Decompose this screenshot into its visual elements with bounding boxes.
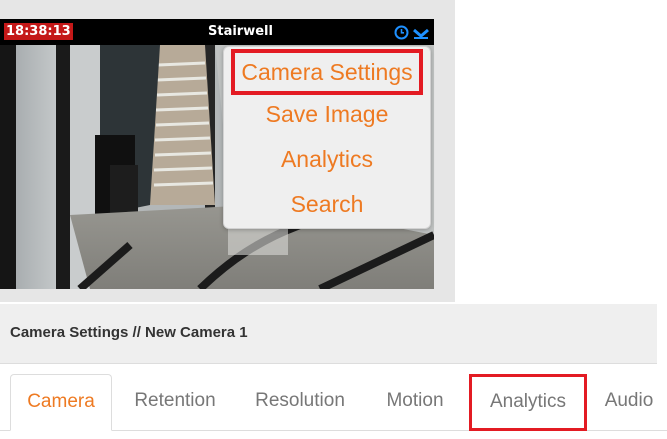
camera-dropdown-menu: Camera Settings Save Image Analytics Sea… <box>223 46 431 229</box>
menu-item-save-image[interactable]: Save Image <box>224 94 430 134</box>
menu-item-camera-settings[interactable]: Camera Settings <box>224 49 430 95</box>
menu-item-label: Search <box>290 191 364 217</box>
camera-header-bar: 18:38:13 Stairwell <box>0 19 434 45</box>
menu-item-analytics[interactable]: Analytics <box>224 139 430 179</box>
clock-icon[interactable] <box>394 25 409 40</box>
camera-name: Stairwell <box>208 24 273 39</box>
chevron-down-icon[interactable] <box>412 24 430 40</box>
tab-audio[interactable]: Audio <box>597 374 661 431</box>
settings-header: Camera Settings // New Camera 1 <box>0 304 657 364</box>
menu-item-label: Analytics <box>280 146 374 172</box>
menu-item-label: Save Image <box>265 101 389 127</box>
menu-item-label: Camera Settings <box>231 49 423 95</box>
camera-timestamp: 18:38:13 <box>4 23 73 40</box>
camera-tile: 18:38:13 Stairwell Camera Settings Save … <box>0 0 455 302</box>
tab-retention[interactable]: Retention <box>122 374 228 431</box>
menu-item-search[interactable]: Search <box>224 184 430 224</box>
tab-resolution[interactable]: Resolution <box>243 374 357 431</box>
page-title: Camera Settings // New Camera 1 <box>10 324 248 341</box>
tab-bar: Camera Retention Resolution Motion Analy… <box>0 364 667 439</box>
tab-analytics[interactable]: Analytics <box>469 374 587 431</box>
tab-camera[interactable]: Camera <box>10 374 112 431</box>
tab-motion[interactable]: Motion <box>373 374 457 431</box>
